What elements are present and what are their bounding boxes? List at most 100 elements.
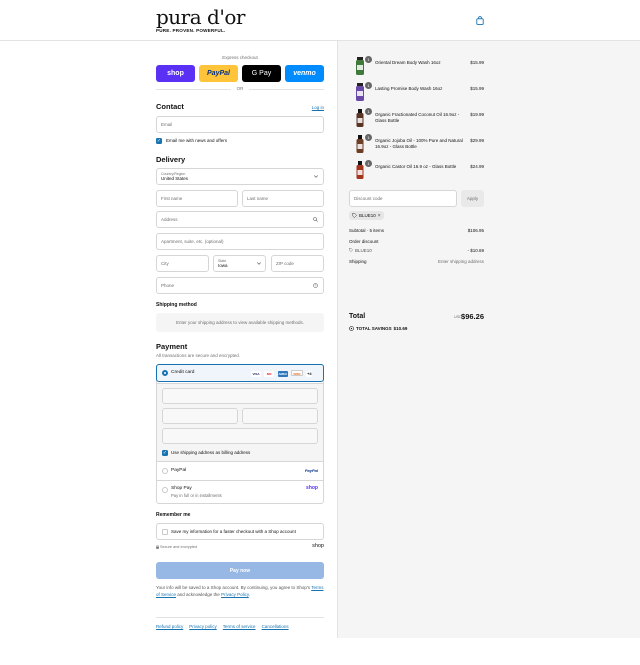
brand-logo[interactable]: pura d'or xyxy=(156,7,245,27)
shop-pay-label: Shop Pay xyxy=(171,486,192,491)
google-pay-express-button[interactable]: G Pay xyxy=(242,65,281,82)
card-expiry-field[interactable] xyxy=(162,408,238,424)
applied-code-label: BLUE10 xyxy=(359,213,376,218)
discover-logo: DISC xyxy=(291,370,304,376)
visa-logo: VISA xyxy=(251,371,261,377)
chevron-down-icon xyxy=(314,175,318,178)
tag-icon xyxy=(349,248,353,252)
login-link[interactable]: Log in xyxy=(312,105,324,110)
terms-of-service-footer-link[interactable]: Terms of service xyxy=(223,624,256,629)
legal-text-part2: and acknowledge the xyxy=(177,592,220,597)
discount-code-label: BLUE10 xyxy=(355,248,372,253)
secure-encrypted-text: Secure and encrypted xyxy=(160,545,198,549)
cart-item: 1 Oriental Dream Body Wash 16oz $15.99 xyxy=(349,56,484,76)
city-field[interactable]: City xyxy=(156,255,209,272)
search-icon xyxy=(313,217,318,222)
order-discount-row: Order discount xyxy=(349,239,484,244)
billing-same-checkbox[interactable]: ✓ xyxy=(162,450,168,456)
quantity-badge: 1 xyxy=(365,134,372,141)
item-name: Organic Fractionated Coconut Oil 16.9oz … xyxy=(375,112,460,123)
cancellations-link[interactable]: Cancellations xyxy=(262,624,289,629)
card-name-field[interactable] xyxy=(162,428,318,444)
venmo-express-button[interactable]: venmo xyxy=(285,65,324,82)
chevron-down-icon xyxy=(257,262,261,265)
legal-text-end: . xyxy=(248,592,251,597)
shopping-bag-icon[interactable] xyxy=(476,16,484,25)
state-value: Iowa xyxy=(218,263,228,268)
help-icon[interactable]: ? xyxy=(313,283,318,288)
card-security-code-field[interactable] xyxy=(242,408,318,424)
privacy-policy-footer-link[interactable]: Privacy policy xyxy=(189,624,217,629)
quantity-badge: 1 xyxy=(365,82,372,89)
applied-discount-chip: BLUE10 × xyxy=(349,211,384,220)
page-bottom xyxy=(0,638,640,665)
privacy-policy-link[interactable]: Privacy Policy xyxy=(221,592,249,597)
order-discount-label: Order discount xyxy=(349,239,379,244)
remember-me-checkbox[interactable] xyxy=(162,529,168,535)
remember-me-heading: Remember me xyxy=(156,512,191,518)
item-price: $15.99 xyxy=(470,86,484,91)
express-checkout-label: Express checkout xyxy=(222,55,258,60)
item-price: $24.99 xyxy=(470,164,484,169)
shipping-value: Enter shipping address xyxy=(437,259,484,264)
item-name: Oriental Dream Body Wash 16oz xyxy=(375,60,441,65)
newsletter-checkbox[interactable]: ✓ xyxy=(156,138,162,144)
item-name: Organic Jojoba Oil - 100% Pure and Natur… xyxy=(375,138,463,149)
savings-tag-icon xyxy=(349,326,354,331)
quantity-badge: 1 xyxy=(365,160,372,167)
lock-icon xyxy=(156,545,159,549)
legal-text: Your info will be saved to a Shop accoun… xyxy=(156,584,324,598)
card-number-field[interactable] xyxy=(162,388,318,404)
total-label: Total xyxy=(349,313,366,320)
shop-pay-sublabel: Pay in full or in installments xyxy=(171,493,222,498)
apartment-field[interactable]: Apartment, suite, etc. (optional) xyxy=(156,233,324,250)
paypal-radio[interactable] xyxy=(162,468,168,474)
quantity-badge: 1 xyxy=(365,56,372,63)
remember-me-label: Save my information for a faster checkou… xyxy=(171,529,296,534)
paypal-express-button[interactable]: PayPal xyxy=(199,65,238,82)
credit-card-radio[interactable] xyxy=(162,370,168,376)
card-brand-logos: VISA MC AMEX DISC +4 xyxy=(249,370,313,377)
subtotal-value: $106.95 xyxy=(467,228,484,233)
more-cards-badge: +4 xyxy=(306,371,313,377)
cart-item: 1 Organic Fractionated Coconut Oil 16.9o… xyxy=(349,108,484,128)
credit-card-option[interactable]: Credit card VISA MC AMEX DISC +4 xyxy=(156,364,324,382)
discount-code-field[interactable]: Discount code xyxy=(349,190,457,207)
pay-now-button[interactable]: Pay now xyxy=(156,562,324,579)
apply-discount-button[interactable]: Apply xyxy=(461,190,484,207)
contact-heading: Contact xyxy=(156,102,184,111)
shop-pay-express-button[interactable]: shop xyxy=(156,65,195,82)
item-name: Lasting Promise Body Wash 16oz xyxy=(375,86,443,91)
zip-field[interactable]: ZIP code xyxy=(271,255,324,272)
total-savings-label: TOTAL SAVINGS xyxy=(356,326,392,331)
subtotal-row: Subtotal · 5 items $106.95 xyxy=(349,228,484,233)
country-select[interactable]: Country/Region United States xyxy=(156,168,324,185)
remove-code-icon[interactable]: × xyxy=(378,213,381,219)
order-summary-panel xyxy=(337,41,640,638)
payment-heading: Payment xyxy=(156,342,188,351)
email-field[interactable]: Email xyxy=(156,116,324,133)
svg-text:?: ? xyxy=(315,284,317,288)
first-name-field[interactable]: First name xyxy=(156,190,238,207)
shop-pay-radio[interactable] xyxy=(162,487,168,493)
discount-amount: - $10.69 xyxy=(467,248,484,253)
total-savings: TOTAL SAVINGS $10.69 xyxy=(349,326,407,331)
shipping-row: Shipping Enter shipping address xyxy=(349,259,484,264)
billing-same-label: Use shipping address as billing address xyxy=(171,450,251,455)
cart-item: 1 Organic Castor Oil 16.9 oz - Glass Bot… xyxy=(349,160,484,180)
cart-item: 1 Lasting Promise Body Wash 16oz $15.99 xyxy=(349,82,484,102)
shipping-notice: Enter your shipping address to view avai… xyxy=(156,313,324,332)
address-field[interactable]: Address xyxy=(156,211,324,228)
remember-me-box[interactable]: Save my information for a faster checkou… xyxy=(156,523,324,540)
last-name-field[interactable]: Last name xyxy=(242,190,324,207)
total-savings-value: $10.69 xyxy=(393,326,408,331)
phone-field[interactable]: Phone xyxy=(156,277,324,294)
refund-policy-link[interactable]: Refund policy xyxy=(156,624,183,629)
amex-logo: AMEX xyxy=(277,371,288,377)
legal-text-part1: Your info will be saved to a Shop accoun… xyxy=(156,585,311,590)
paypal-label: PayPal xyxy=(171,468,187,473)
shop-pay-option[interactable]: Shop Pay Pay in full or in installments … xyxy=(157,482,323,504)
country-value: United States xyxy=(161,176,189,181)
or-divider: OR xyxy=(156,86,324,91)
paypal-option[interactable]: PayPal PayPal xyxy=(157,463,323,481)
